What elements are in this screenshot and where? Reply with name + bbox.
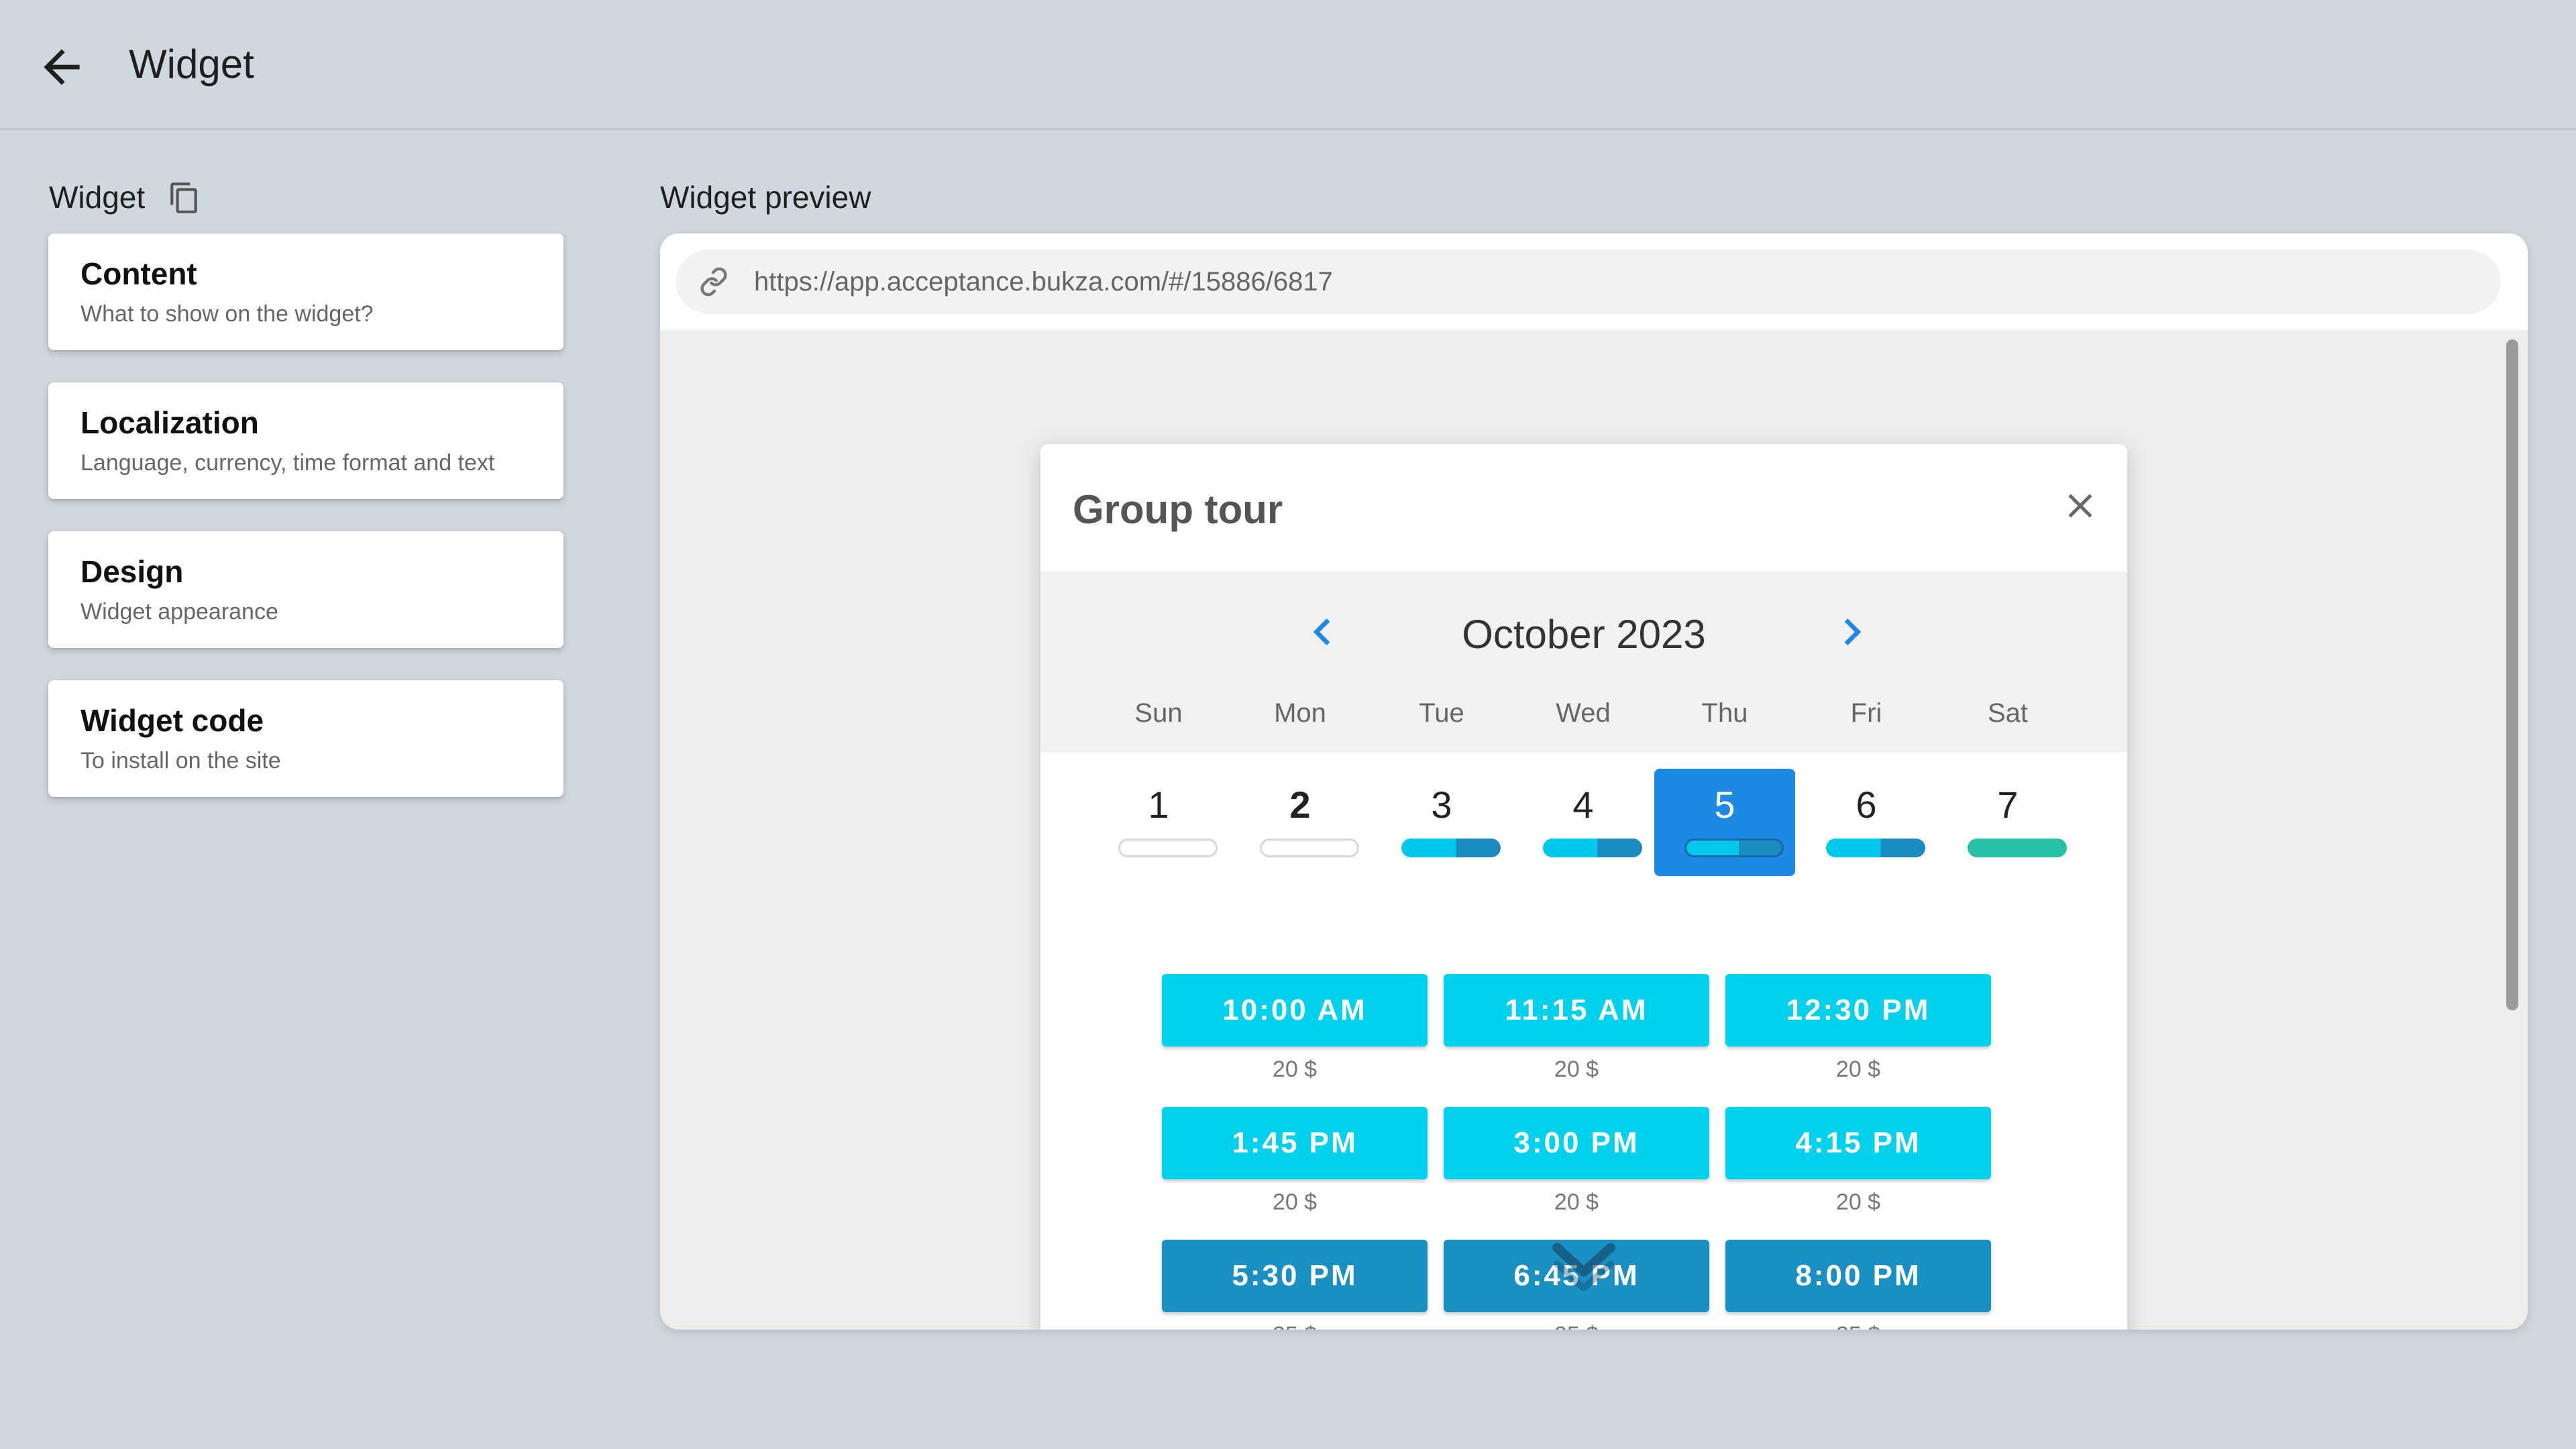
calendar-day-selected[interactable]: 5 xyxy=(1654,769,1795,876)
calendar-day[interactable]: 4 xyxy=(1513,769,1654,876)
prev-month-button[interactable] xyxy=(1295,605,1349,659)
weekday-label: Mon xyxy=(1274,698,1326,728)
calendar-day[interactable]: 7 xyxy=(1937,769,2078,876)
sidebar-item-subtitle: What to show on the widget? xyxy=(80,301,374,327)
url-bar-container: https://app.acceptance.bukza.com/#/15886… xyxy=(660,233,2528,330)
sidebar-item-title: Content xyxy=(80,256,197,291)
calendar-header: October 2023 Sun Mon Tue Wed Thu Fri Sat xyxy=(1040,572,2127,753)
weekday-label: Wed xyxy=(1556,698,1611,728)
chevron-left-icon xyxy=(1313,619,1330,645)
availability-bar xyxy=(1260,839,1359,857)
month-label: October 2023 xyxy=(1462,612,1706,657)
scroll-down-button[interactable] xyxy=(1550,1237,1617,1291)
time-slot-button[interactable]: 4:15 PM xyxy=(1725,1107,1991,1179)
slot-price: 20 $ xyxy=(1554,1189,1599,1215)
day-number: 3 xyxy=(1431,784,1452,826)
weekday-label: Fri xyxy=(1850,698,1882,728)
time-slot-button[interactable]: 5:30 PM xyxy=(1162,1240,1428,1312)
time-slot-button[interactable]: 3:00 PM xyxy=(1444,1107,1709,1179)
next-month-button[interactable] xyxy=(1825,605,1879,659)
copy-icon xyxy=(170,182,197,213)
back-button[interactable] xyxy=(35,40,89,94)
chevron-right-icon xyxy=(1844,619,1862,645)
slot-price: 20 $ xyxy=(1554,1057,1599,1082)
sidebar-item-title: Localization xyxy=(80,405,259,440)
time-slot-button[interactable]: 8:00 PM xyxy=(1725,1240,1991,1312)
weekday-label: Sat xyxy=(1987,698,2029,728)
sidebar-title: Widget xyxy=(49,180,146,215)
weekday-label: Thu xyxy=(1701,698,1748,728)
copy-button[interactable] xyxy=(168,181,201,215)
day-number: 1 xyxy=(1148,784,1169,826)
sidebar-item-title: Widget code xyxy=(80,703,264,738)
sidebar-item-subtitle: To install on the site xyxy=(80,748,281,773)
modal-header: Group tour xyxy=(1040,444,2127,572)
preview-scrollbar[interactable] xyxy=(2506,339,2518,1010)
day-number: 5 xyxy=(1714,784,1735,826)
time-slot-button[interactable]: 12:30 PM xyxy=(1725,974,1991,1046)
sidebar-item-widget-code[interactable]: Widget code To install on the site xyxy=(48,680,564,797)
preview-title: Widget preview xyxy=(660,180,871,215)
top-bar: Widget xyxy=(0,0,2576,130)
url-text: https://app.acceptance.bukza.com/#/15886… xyxy=(754,267,1333,297)
day-number: 4 xyxy=(1572,784,1594,826)
time-slot-button[interactable]: 1:45 PM xyxy=(1162,1107,1428,1179)
availability-bar xyxy=(1543,839,1642,857)
time-slot-button[interactable]: 11:15 AM xyxy=(1444,974,1709,1046)
calendar-day[interactable]: 3 xyxy=(1371,769,1512,876)
day-number: 2 xyxy=(1289,784,1311,826)
slot-price: 25 $ xyxy=(1162,1320,1428,1330)
weekday-label: Tue xyxy=(1419,698,1464,728)
close-icon xyxy=(2068,494,2092,518)
weekday-label: Sun xyxy=(1134,698,1183,728)
close-button[interactable] xyxy=(2060,486,2100,526)
slot-price: 20 $ xyxy=(1835,1057,1881,1082)
widget-preview-frame: https://app.acceptance.bukza.com/#/15886… xyxy=(660,233,2528,1330)
availability-bar xyxy=(1684,839,1784,857)
page-title: Widget xyxy=(129,42,254,87)
slot-price: 20 $ xyxy=(1272,1189,1318,1215)
calendar-day-today[interactable]: 2 xyxy=(1230,769,1371,876)
chevron-down-icon xyxy=(1552,1243,1615,1291)
availability-bar xyxy=(1118,839,1218,857)
sidebar-item-title: Design xyxy=(80,554,184,589)
time-slot-button[interactable]: 10:00 AM xyxy=(1162,974,1428,1046)
modal-title: Group tour xyxy=(1073,487,1283,532)
sidebar-item-localization[interactable]: Localization Language, currency, time fo… xyxy=(48,382,564,499)
availability-bar xyxy=(1968,839,2067,857)
link-icon xyxy=(699,267,729,297)
url-bar[interactable]: https://app.acceptance.bukza.com/#/15886… xyxy=(676,250,2501,314)
calendar-day[interactable]: 1 xyxy=(1088,769,1229,876)
availability-bar xyxy=(1401,839,1501,857)
slot-price: 25 $ xyxy=(1444,1320,1709,1330)
day-number: 7 xyxy=(1997,784,2019,826)
sidebar-item-design[interactable]: Design Widget appearance xyxy=(48,531,564,648)
calendar-day[interactable]: 6 xyxy=(1796,769,1937,876)
slot-price: 20 $ xyxy=(1835,1189,1881,1215)
day-number: 6 xyxy=(1856,784,1877,826)
sidebar-item-subtitle: Language, currency, time format and text xyxy=(80,450,495,476)
sidebar-item-subtitle: Widget appearance xyxy=(80,599,278,625)
slot-price: 25 $ xyxy=(1725,1320,1991,1330)
booking-modal: Group tour October 2023 Sun Mon Tue Wed … xyxy=(1040,444,2127,1330)
slot-price: 20 $ xyxy=(1272,1057,1318,1082)
sidebar-item-content[interactable]: Content What to show on the widget? xyxy=(48,233,564,350)
arrow-left-icon xyxy=(44,49,80,85)
availability-bar xyxy=(1826,839,1925,857)
